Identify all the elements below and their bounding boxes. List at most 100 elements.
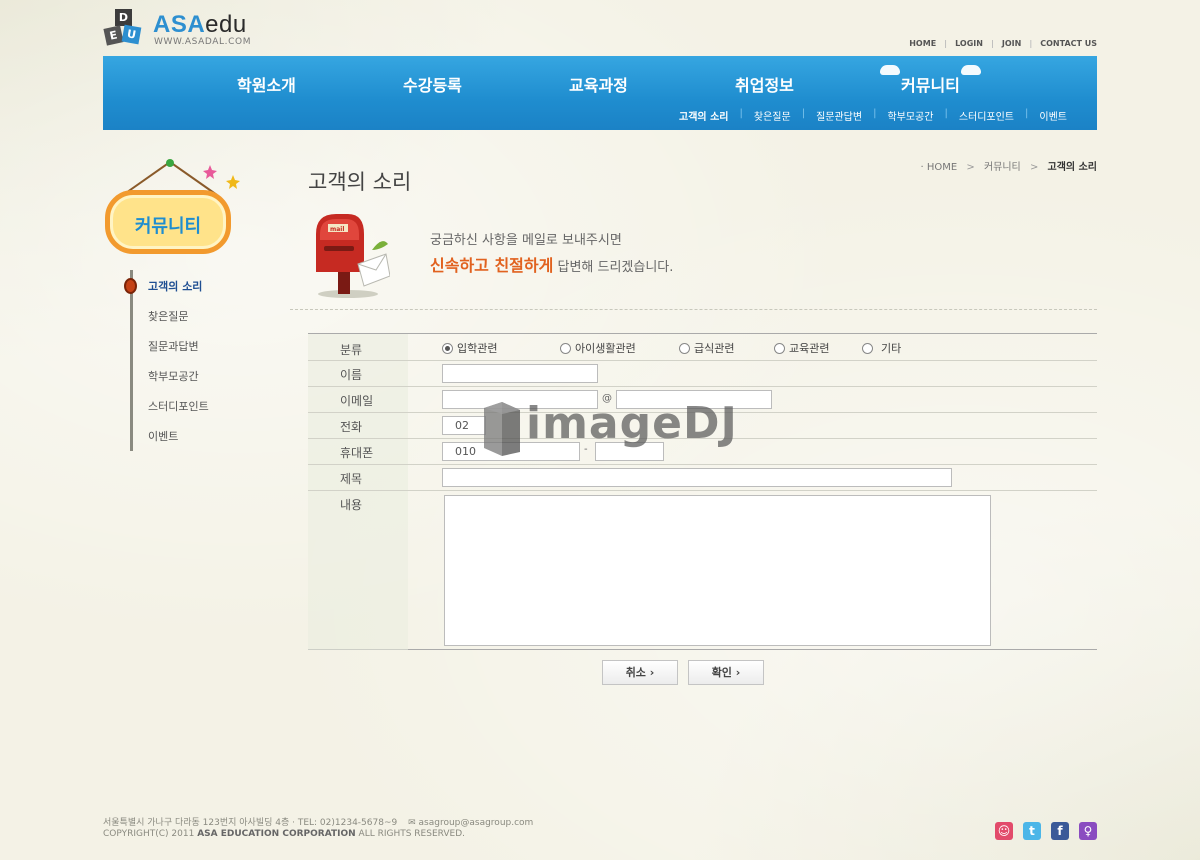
logo-cube-u: U <box>121 24 142 45</box>
subnav-item-faq[interactable]: 찾은질문 <box>754 108 791 123</box>
intro-rest: 답변해 드리겠습니다. <box>557 260 674 275</box>
form-row-subject: 제목 <box>308 465 1097 491</box>
util-sep: | <box>1029 39 1033 48</box>
nav-item-courses[interactable]: 교육과정 <box>569 72 628 96</box>
contact-form: 분류 입학관련 아이생활관련 급식관련 교육관련 기타 이름 이메일 @ 전화 <box>308 333 1097 650</box>
divider <box>290 309 1097 310</box>
facebook-icon[interactable]: f <box>1051 822 1069 840</box>
cloud-icon <box>960 65 981 75</box>
sidebar-item-voice[interactable]: 고객의 소리 <box>148 278 202 294</box>
intro-line-1: 궁금하신 사항을 메일로 보내주시면 <box>430 233 622 248</box>
util-links: HOME | LOGIN | JOIN | CONTACT US <box>909 39 1097 48</box>
intro-highlight: 신속하고 친절하게 <box>430 256 554 275</box>
watermark-text: imageDJ <box>526 398 738 449</box>
subnav-sep: | <box>1025 108 1029 119</box>
footer-address: 서울특별시 가나구 다라동 123번지 아사빌딩 4층 · TEL: 02)12… <box>103 815 533 828</box>
cyworld-icon[interactable]: ☺ <box>995 822 1013 840</box>
subnav-sep: | <box>873 108 877 119</box>
util-join-link[interactable]: JOIN <box>1002 39 1021 48</box>
category-option-meals[interactable]: 급식관련 <box>679 340 734 356</box>
cloud-icon <box>880 65 900 75</box>
footer-address-text: 서울특별시 가나구 다라동 123번지 아사빌딩 4층 · TEL: 02)12… <box>103 818 398 828</box>
util-sep: | <box>990 39 994 48</box>
content-label: 내용 <box>340 498 363 512</box>
nav-item-community[interactable]: 커뮤니티 <box>880 65 981 96</box>
sidebar-active-marker-icon <box>124 278 137 294</box>
form-row-name: 이름 <box>308 361 1097 387</box>
sidebar-line <box>130 270 133 451</box>
subnav-item-parents[interactable]: 학부모공간 <box>887 108 933 123</box>
category-option-other[interactable]: 기타 <box>862 340 901 356</box>
watermark: imageDJ <box>478 398 737 462</box>
breadcrumb-current: 고객의 소리 <box>1047 162 1097 173</box>
logo-url: WWW.ASADAL.COM <box>154 37 252 47</box>
category-option-label: 급식관련 <box>694 342 735 355</box>
name-input[interactable] <box>442 364 598 383</box>
subnav-item-event[interactable]: 이벤트 <box>1039 108 1067 123</box>
main-nav: 학원소개 수강등록 교육과정 취업정보 커뮤니티 고객의 소리 | 찾은질문 |… <box>103 56 1097 130</box>
logo-cube-e: E <box>103 25 124 46</box>
radio-icon[interactable] <box>560 342 571 354</box>
category-option-admission[interactable]: 입학관련 <box>442 340 497 356</box>
form-row-category: 분류 입학관련 아이생활관련 급식관련 교육관련 기타 <box>308 334 1097 361</box>
subnav-item-voice[interactable]: 고객의 소리 <box>679 108 728 123</box>
footer-email[interactable]: asagroup@asagroup.com <box>419 818 534 828</box>
nav-item-about[interactable]: 학원소개 <box>237 72 296 96</box>
me2day-icon[interactable]: ♀ <box>1079 822 1097 840</box>
twitter-icon[interactable]: t <box>1023 822 1041 840</box>
radio-icon[interactable] <box>862 342 873 354</box>
category-option-education[interactable]: 교육관련 <box>774 340 829 356</box>
content-textarea[interactable] <box>444 495 991 646</box>
sign-title: 커뮤니티 <box>134 216 202 237</box>
nav-item-community-label: 커뮤니티 <box>901 76 960 95</box>
envelope-icon: ✉ <box>408 818 416 828</box>
subnav-item-qna[interactable]: 질문관답변 <box>816 108 862 123</box>
category-option-label: 아이생활관련 <box>575 342 636 355</box>
copyright-company: ASA EDUCATION CORPORATION <box>197 829 356 839</box>
copyright-prefix: COPYRIGHT(C) 2011 <box>103 829 195 839</box>
subnav-sep: | <box>801 108 806 119</box>
page-title: 고객의 소리 <box>308 170 412 194</box>
category-option-label: 입학관련 <box>457 342 498 355</box>
phone-label: 전화 <box>340 420 363 434</box>
breadcrumb-section[interactable]: 커뮤니티 <box>984 162 1021 173</box>
sidebar-item-qna[interactable]: 질문과답변 <box>148 338 199 354</box>
watermark-logo-icon <box>484 402 520 456</box>
sidebar-item-parents[interactable]: 학부모공간 <box>148 368 199 384</box>
subnav-item-study[interactable]: 스터디포인트 <box>959 108 1014 123</box>
radio-icon[interactable] <box>679 342 690 354</box>
sidebar-item-study[interactable]: 스터디포인트 <box>148 398 209 414</box>
footer-copyright: COPYRIGHT(C) 2011 ASA EDUCATION CORPORAT… <box>103 829 465 839</box>
submit-button[interactable]: 확인 › <box>688 660 764 685</box>
breadcrumb: · HOME > 커뮤니티 > 고객의 소리 <box>920 158 1097 173</box>
intro-line-2: 신속하고 친절하게 답변해 드리겠습니다. <box>430 252 673 276</box>
sub-nav: 고객의 소리 | 찾은질문 | 질문관답변 | 학부모공간 | 스터디포인트 |… <box>679 108 1067 123</box>
subnav-sep: | <box>739 108 743 119</box>
category-option-childlife[interactable]: 아이생활관련 <box>560 340 636 356</box>
nav-item-jobs[interactable]: 취업정보 <box>735 72 794 96</box>
util-contact-link[interactable]: CONTACT US <box>1040 39 1097 48</box>
sidebar-item-event[interactable]: 이벤트 <box>148 428 178 444</box>
category-option-label: 교육관련 <box>789 342 830 355</box>
subnav-sep: | <box>944 108 948 119</box>
logo-title: ASAedu <box>153 11 247 39</box>
cancel-button[interactable]: 취소 › <box>602 660 678 685</box>
email-label: 이메일 <box>340 394 374 408</box>
util-home-link[interactable]: HOME <box>909 39 936 48</box>
subject-label: 제목 <box>340 472 363 486</box>
radio-selected-icon[interactable] <box>442 342 453 354</box>
util-login-link[interactable]: LOGIN <box>955 39 983 48</box>
chevron-right-icon: > <box>966 162 975 173</box>
chevron-right-icon: > <box>1029 162 1039 173</box>
logo-suffix: edu <box>205 11 247 38</box>
logo[interactable]: D E U ASAedu WWW.ASADAL.COM <box>103 9 253 49</box>
nav-item-register[interactable]: 수강등록 <box>403 72 462 96</box>
util-sep: | <box>944 39 948 48</box>
mailbox-tag: mail <box>330 226 345 233</box>
logo-cube-d: D <box>115 9 132 26</box>
radio-icon[interactable] <box>774 342 785 354</box>
subject-input[interactable] <box>442 468 952 487</box>
breadcrumb-home[interactable]: · HOME <box>920 162 957 173</box>
sidebar-item-faq[interactable]: 찾은질문 <box>148 308 188 324</box>
logo-brand: ASA <box>153 11 206 38</box>
